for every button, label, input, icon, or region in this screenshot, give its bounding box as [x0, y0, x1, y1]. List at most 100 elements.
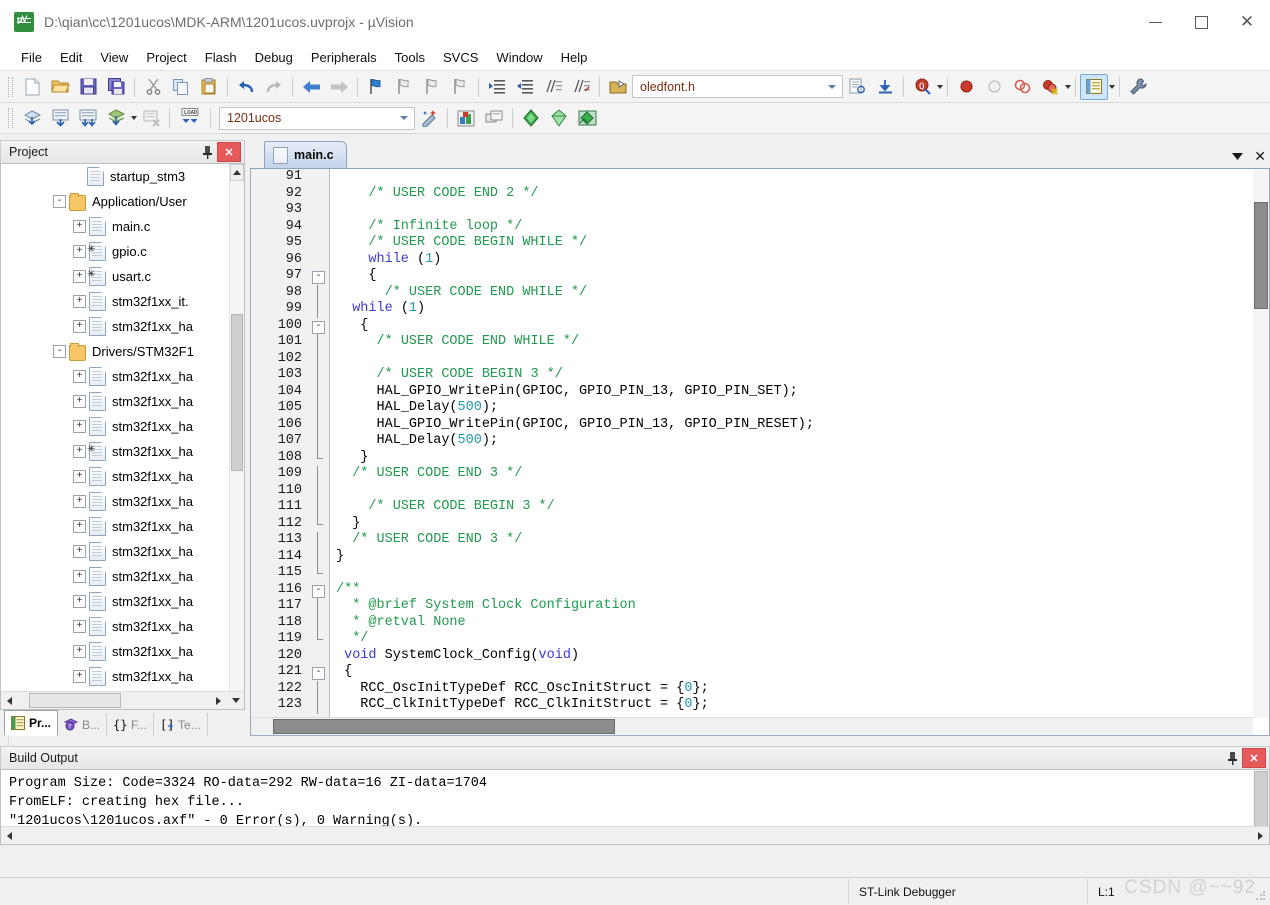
tree-item[interactable]: + stm32f1xx_ha	[1, 464, 230, 489]
pin-icon[interactable]	[1222, 749, 1242, 768]
scroll-thumb[interactable]	[231, 314, 243, 471]
expand-icon[interactable]: +	[73, 420, 86, 433]
build-hscrollbar[interactable]	[1, 826, 1269, 844]
code-line[interactable]: }	[330, 450, 1269, 467]
scroll-right-button[interactable]	[1252, 828, 1269, 843]
download-icon[interactable]: LOAD	[174, 105, 206, 131]
pack-installer-icon[interactable]	[517, 105, 545, 131]
save-icon[interactable]	[74, 74, 102, 100]
maximize-button[interactable]	[1178, 0, 1224, 44]
breakpoints-dropdown-icon[interactable]	[1065, 84, 1071, 89]
resize-grip[interactable]	[1255, 890, 1267, 902]
batch-build-icon[interactable]	[102, 105, 130, 131]
project-tree[interactable]: startup_stm3 - Application/User + main.c + gpi…	[1, 164, 230, 691]
scroll-left-button[interactable]	[1, 828, 18, 843]
expand-icon[interactable]: +	[73, 220, 86, 233]
expand-icon[interactable]: +	[73, 495, 86, 508]
close-button[interactable]: ✕	[1224, 0, 1270, 44]
menu-debug[interactable]: Debug	[246, 47, 302, 68]
code-line[interactable]: /* Infinite loop */	[330, 219, 1269, 236]
copy-icon[interactable]	[167, 74, 195, 100]
tree-item[interactable]: + usart.c	[1, 264, 230, 289]
paste-icon[interactable]	[195, 74, 223, 100]
build-output-text[interactable]: Program Size: Code=3324 RO-data=292 RW-d…	[0, 769, 1270, 845]
bookmark-prev-icon[interactable]	[390, 74, 418, 100]
hscroll-thumb[interactable]	[29, 693, 121, 708]
editor-hscroll-thumb[interactable]	[273, 719, 615, 734]
cut-icon[interactable]	[139, 74, 167, 100]
code-line[interactable]: /* USER CODE BEGIN 3 */	[330, 367, 1269, 384]
tree-item[interactable]: + stm32f1xx_ha	[1, 539, 230, 564]
menu-flash[interactable]: Flash	[196, 47, 246, 68]
tree-item[interactable]: + stm32f1xx_ha	[1, 389, 230, 414]
pin-icon[interactable]	[197, 143, 217, 162]
code-line[interactable]: HAL_GPIO_WritePin(GPIOC, GPIO_PIN_13, GP…	[330, 417, 1269, 434]
navigate-forward-icon[interactable]	[325, 74, 353, 100]
code-line[interactable]: HAL_Delay(500);	[330, 400, 1269, 417]
expand-icon[interactable]: +	[73, 245, 86, 258]
code-line[interactable]: {	[330, 664, 1269, 681]
code-line[interactable]: HAL_Delay(500);	[330, 433, 1269, 450]
expand-icon[interactable]: +	[73, 320, 86, 333]
indent-increase-icon[interactable]	[483, 74, 511, 100]
menu-peripherals[interactable]: Peripherals	[302, 47, 386, 68]
search-target-icon[interactable]: Q	[908, 74, 936, 100]
code-line[interactable]	[330, 169, 1269, 186]
expand-icon[interactable]: +	[73, 545, 86, 558]
manage-windows-dropdown-icon[interactable]	[1109, 84, 1115, 89]
new-file-icon[interactable]	[18, 74, 46, 100]
editor-hscrollbar[interactable]	[251, 717, 1253, 735]
menu-edit[interactable]: Edit	[51, 47, 91, 68]
target-combo[interactable]: 1201ucos	[219, 106, 415, 130]
stop-build-icon[interactable]	[137, 105, 165, 131]
menu-project[interactable]: Project	[137, 47, 195, 68]
tree-item[interactable]: + gpio.c	[1, 239, 230, 264]
redo-icon[interactable]	[260, 74, 288, 100]
collapse-icon[interactable]: -	[53, 345, 66, 358]
save-all-icon[interactable]	[102, 74, 130, 100]
tree-item[interactable]: + stm32f1xx_ha	[1, 439, 230, 464]
code-line[interactable]: RCC_OscInitTypeDef RCC_OscInitStruct = {…	[330, 681, 1269, 698]
insert-bookmark-icon[interactable]	[871, 74, 899, 100]
tree-item[interactable]: + stm32f1xx_ha	[1, 489, 230, 514]
configure-icon[interactable]	[1124, 74, 1152, 100]
bookmark-clear-icon[interactable]	[446, 74, 474, 100]
chevron-down-icon[interactable]	[1231, 150, 1244, 164]
fold-collapse-icon[interactable]: -	[312, 667, 325, 680]
comment-lines-icon[interactable]	[539, 74, 567, 100]
select-software-packs-icon[interactable]	[573, 105, 601, 131]
manage-windows-icon[interactable]	[1080, 73, 1108, 100]
manage-project-items-icon[interactable]	[452, 105, 480, 131]
indent-decrease-icon[interactable]	[511, 74, 539, 100]
expand-icon[interactable]: +	[73, 470, 86, 483]
code-editor[interactable]: 91 92 93 94 95 96 97 98 99 100 101 102 103 104 105 106 1…	[250, 169, 1270, 736]
code-line[interactable]	[330, 351, 1269, 368]
code-line[interactable]	[330, 202, 1269, 219]
menu-view[interactable]: View	[91, 47, 137, 68]
tree-item[interactable]: + stm32f1xx_it.	[1, 289, 230, 314]
build-icon[interactable]	[46, 105, 74, 131]
open-file-icon[interactable]	[46, 74, 74, 100]
expand-icon[interactable]: +	[73, 395, 86, 408]
scroll-up-button[interactable]	[230, 164, 244, 181]
bookmark-toggle-icon[interactable]	[362, 74, 390, 100]
tree-item[interactable]: startup_stm3	[1, 164, 230, 189]
uncomment-lines-icon[interactable]	[567, 74, 595, 100]
expand-icon[interactable]: +	[73, 570, 86, 583]
find-in-files-icon[interactable]	[843, 74, 871, 100]
code-line[interactable]: {	[330, 268, 1269, 285]
search-target-dropdown-icon[interactable]	[937, 84, 943, 89]
tree-item[interactable]: + stm32f1xx_ha	[1, 614, 230, 639]
code-line[interactable]: * @retval None	[330, 615, 1269, 632]
translate-icon[interactable]	[18, 105, 46, 131]
manage-run-time-icon[interactable]	[545, 105, 573, 131]
code-line[interactable]: /* USER CODE BEGIN 3 */	[330, 499, 1269, 516]
fold-collapse-icon[interactable]: -	[312, 320, 325, 334]
disable-breakpoint-icon[interactable]	[980, 74, 1008, 100]
expand-icon[interactable]: +	[73, 295, 86, 308]
open-file-combo-icon[interactable]	[604, 74, 632, 100]
bookmark-next-icon[interactable]	[418, 74, 446, 100]
close-icon[interactable]: ✕	[1242, 748, 1266, 768]
target-options-icon[interactable]	[415, 105, 443, 131]
fold-collapse-icon[interactable]: -	[312, 584, 325, 598]
